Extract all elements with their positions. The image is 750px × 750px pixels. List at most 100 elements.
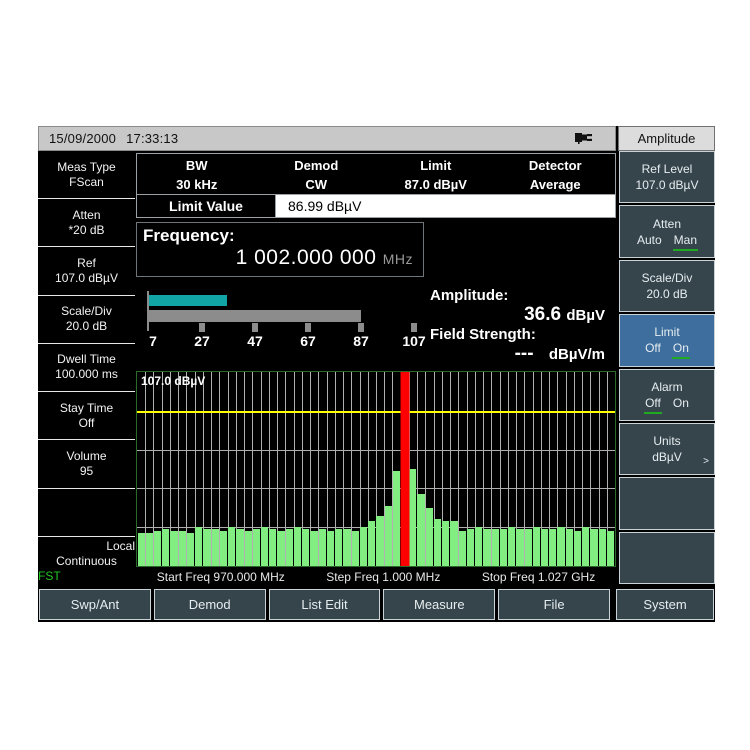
plot-ref-level-label: 107.0 dBµV [141,374,206,388]
status-atten-value: *20 dB [68,222,105,237]
plot-bar [524,529,532,566]
gauge-peak-bar [149,310,361,322]
softkey-option-man[interactable]: Man [672,232,699,251]
softkey-option-auto[interactable]: Auto [635,232,664,248]
amplitude-readout-label: Amplitude: [430,287,509,304]
gauge-tick-label: 67 [300,333,316,349]
step-freq: Step Freq 1.000 MHz [326,570,441,584]
plot-bar [137,533,145,566]
gauge-tick [305,323,311,332]
softkey-option-off[interactable]: Off [643,395,663,414]
softkey-options: Auto Man [635,232,699,251]
title-bar: 15/09/2000 17:33:13 [38,126,616,151]
plot-bar [491,529,499,566]
screen-body: Meas Type FScan Atten *20 dB Ref 107.0 d… [38,151,715,586]
status-ref-value: 107.0 dBµV [55,271,118,286]
plot-bar [590,529,598,566]
plot-bar [335,529,343,566]
info-limit-label: Limit [420,158,452,173]
amplitude-readout-value-row: 36.6 dBµV [430,304,613,326]
plot-bar [310,531,318,566]
status-mode: Local Continuous FST [38,537,135,586]
plot-bar [606,531,615,566]
bottom-menu-bar: Swp/Ant Demod List Edit Measure File Sys… [38,586,715,622]
gauge-tick [199,323,205,332]
spectrum-plot[interactable]: 107.0 dBµV [136,371,616,567]
title-date: 15/09/2000 [49,131,117,146]
softkey-alarm[interactable]: Alarm Off On [619,368,715,421]
plot-marker[interactable] [400,372,410,566]
menu-button-file[interactable]: File [498,589,610,620]
title-time: 17:33:13 [126,131,179,146]
plot-bar [178,531,186,566]
softkey-label: Atten [652,216,682,231]
softkey-label: Limit [654,325,680,340]
softkey-empty[interactable] [619,531,715,584]
menu-button-list-edit[interactable]: List Edit [268,589,381,620]
menu-label-system: System [643,597,687,612]
frequency-box[interactable]: Frequency: 1 002.000 000 MHz [136,222,424,277]
softkey-value: 107.0 dBµV [635,178,699,193]
info-demod-label: Demod [294,158,339,173]
gauge-tick [411,323,417,332]
plot-bar [277,531,285,566]
plot-bar [219,531,228,566]
field-strength-unit: dBµV/m [548,346,605,363]
softkey-ref-level[interactable]: Ref Level 107.0 dBµV [619,151,715,204]
softkey-label: Units [653,434,681,449]
menu-button-swp-ant[interactable]: Swp/Ant [39,589,151,620]
tab-amplitude[interactable]: Amplitude [618,126,715,151]
plot-bar [285,529,293,566]
status-fst: FST [38,568,61,583]
plot-bar [425,507,433,566]
plot-bar [540,529,549,566]
status-volume: Volume 95 [38,440,135,489]
plot-bar [228,527,236,566]
plot-bar [261,527,269,566]
plot-bar [483,529,491,566]
plot-bar [549,529,557,566]
gauge-tick-label: 27 [194,333,210,349]
plot-bar [458,531,466,566]
plot-bar [598,529,606,566]
plot-bar [532,527,540,566]
start-freq: Start Freq 970.000 MHz [156,570,285,584]
menu-button-measure[interactable]: Measure [383,589,496,620]
status-dwell-time-value: 100.000 ms [55,367,118,382]
left-status-panel: Meas Type FScan Atten *20 dB Ref 107.0 d… [38,151,135,586]
softkey-empty[interactable] [619,477,715,530]
plot-bar [195,527,203,566]
info-limit-value: 87.0 dBµV [404,177,467,192]
limit-value-field[interactable]: 86.99 dBµV [275,195,615,217]
softkey-option-on[interactable]: On [671,340,691,360]
softkey-option-off[interactable]: Off [643,340,663,356]
chevron-right-icon: > [703,456,709,468]
center-panel: BW Demod Limit Detector 30 kHz CW 87.0 d… [135,151,617,586]
status-atten: Atten *20 dB [38,199,135,248]
right-softkey-panel: Ref Level 107.0 dBµV Atten Auto Man Scale/Div… [617,151,715,586]
info-bw-label: BW [185,158,208,173]
gauge-current-bar [149,295,228,306]
softkey-scale-div[interactable]: Scale/Div 20.0 dB [619,259,715,313]
plot-bar [318,529,326,566]
menu-button-demod[interactable]: Demod [153,589,266,620]
softkey-units[interactable]: Units dBµV > [619,422,715,476]
plot-bar [557,527,565,566]
frequency-footer: Start Freq 970.000 MHz Step Freq 1.000 M… [136,567,616,586]
menu-button-system[interactable]: System [615,589,714,620]
softkey-label: Alarm [651,379,683,394]
limit-value-row: Limit Value 86.99 dBµV [137,194,615,217]
status-meas-type-value: FScan [69,174,104,189]
status-scale-div: Scale/Div 20.0 dB [38,296,135,344]
gauge-tick-label: 107 [402,333,426,349]
softkey-option-on[interactable]: On [671,395,691,411]
amplitude-gauge: 7 27 47 67 87 107 [139,287,426,359]
plot-bar [499,529,508,566]
gauge-tick-labels: 7 27 47 67 87 107 [139,333,426,351]
softkey-limit[interactable]: Limit Off On [619,314,715,367]
frequency-label: Frequency: [143,226,235,245]
plot-bar [211,529,219,566]
amplitude-readout-value: 36.6 [524,304,562,325]
plot-bar [565,529,573,566]
softkey-atten[interactable]: Atten Auto Man [619,205,715,258]
